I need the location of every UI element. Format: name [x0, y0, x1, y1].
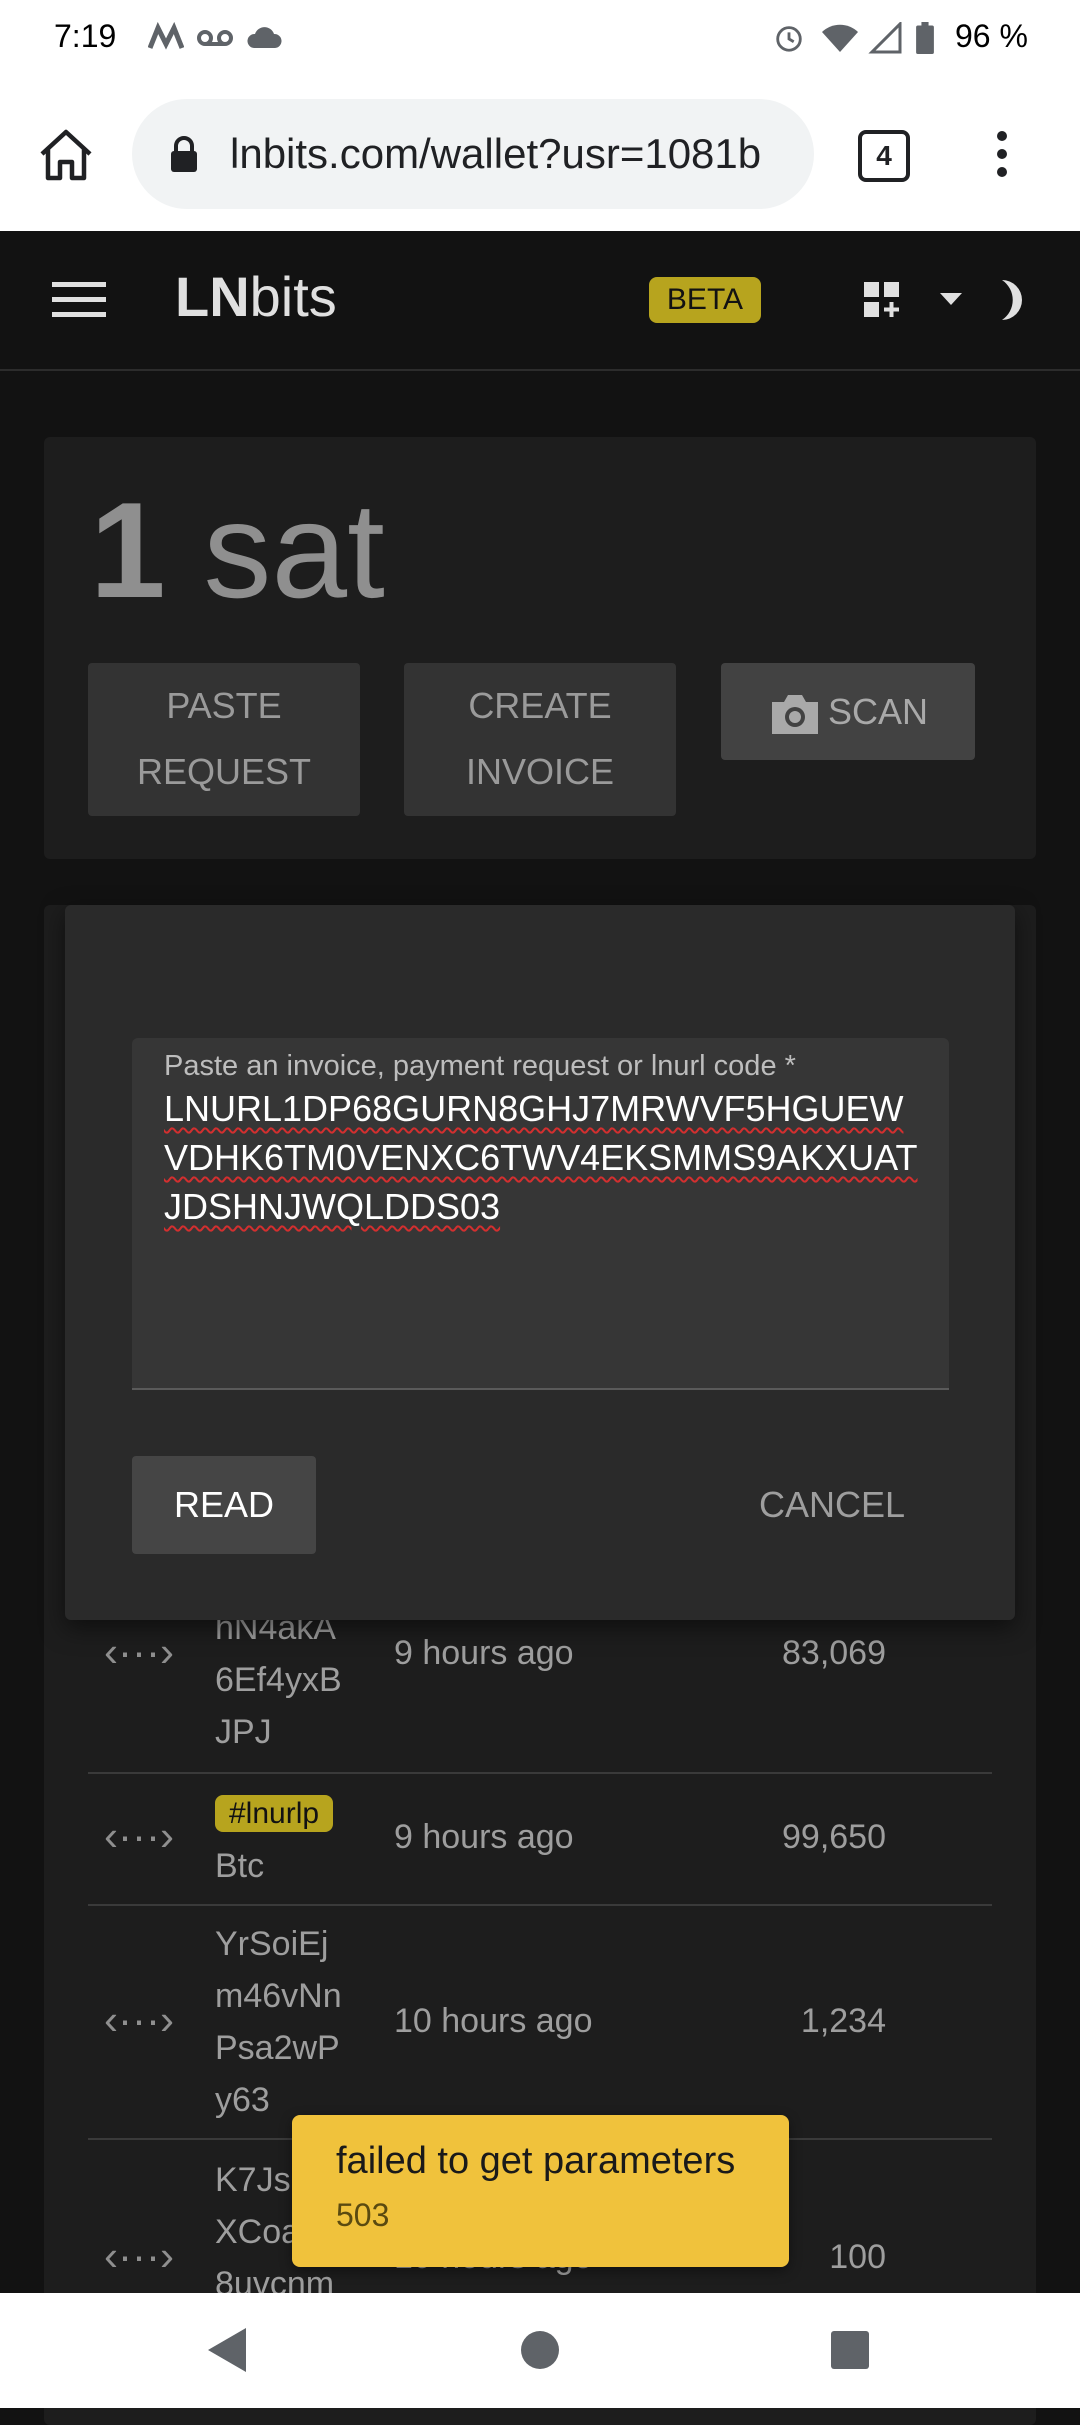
transaction-arrows-icon: ‹···›: [104, 1996, 174, 2043]
menu-icon[interactable]: [52, 280, 106, 320]
wifi-icon: [822, 24, 858, 52]
memo-line: Psa2wP: [215, 2029, 340, 2067]
chevron-down-icon[interactable]: [940, 293, 962, 307]
beta-badge: BETA: [649, 277, 761, 323]
transaction-amount: 1,234: [800, 2002, 886, 2040]
home-icon[interactable]: [36, 126, 96, 182]
notification-m-icon: [148, 22, 184, 50]
invoice-field-label: Paste an invoice, payment request or lnu…: [164, 1050, 796, 1082]
cancel-button[interactable]: CANCEL: [740, 1456, 924, 1554]
logo-bold-text: LN: [175, 265, 250, 328]
toast-message: failed to get parameters: [336, 2140, 736, 2182]
more-options-icon[interactable]: [990, 128, 1014, 180]
balance-unit: sat: [165, 474, 385, 626]
home-nav-icon[interactable]: [520, 2330, 560, 2370]
app-header: [0, 231, 1080, 371]
wallet-balance: 1 sat: [90, 470, 385, 630]
create-invoice-line2: INVOICE: [465, 751, 615, 792]
status-time: 7:19: [54, 18, 117, 54]
cloud-icon: [247, 27, 282, 48]
camera-icon: [771, 695, 818, 735]
recents-icon[interactable]: [830, 2330, 870, 2370]
url-text[interactable]: lnbits.com/wallet?usr=1081b: [230, 124, 796, 184]
transaction-amount: 99,650: [782, 1818, 886, 1856]
transaction-time: 9 hours ago: [394, 1818, 574, 1856]
logo-rest-text: bits: [249, 265, 337, 328]
create-invoice-line1: CREATE: [468, 685, 612, 726]
add-extension-icon[interactable]: [862, 280, 902, 320]
transaction-time: 10 hours ago: [394, 2002, 593, 2040]
memo-line: m46vNn: [215, 1977, 342, 2015]
toast-error-code: 503: [336, 2197, 390, 2233]
back-icon[interactable]: [206, 2326, 248, 2374]
transaction-memo: hN4akA 6Ef4yxB JPJ: [215, 1602, 342, 1758]
balance-number: 1: [90, 474, 166, 626]
cellular-signal-icon: [868, 22, 902, 54]
create-invoice-button[interactable]: CREATE INVOICE: [404, 663, 676, 816]
memo-line: 6Ef4yxB: [215, 1661, 342, 1699]
paste-request-button[interactable]: PASTE REQUEST: [88, 663, 360, 816]
transaction-memo: YrSoiEj m46vNn Psa2wP y63: [215, 1918, 342, 2126]
error-toast: [292, 2115, 789, 2267]
paste-request-line1: PASTE: [166, 685, 282, 726]
transaction-time: 9 hours ago: [394, 1634, 574, 1672]
read-button[interactable]: READ: [132, 1456, 316, 1554]
memo-line: JPJ: [215, 1713, 272, 1751]
voicemail-icon: [197, 30, 233, 46]
memo-line: Btc: [215, 1847, 265, 1885]
transaction-memo: #lnurlp Btc: [215, 1786, 334, 1892]
transaction-arrows-icon: ‹···›: [104, 1812, 174, 1859]
transaction-amount: 83,069: [782, 1634, 886, 1672]
lnurlp-tag: #lnurlp: [215, 1795, 334, 1832]
dark-mode-icon[interactable]: [996, 276, 1030, 324]
paste-request-line2: REQUEST: [136, 751, 312, 792]
memo-line: YrSoiEj: [215, 1925, 329, 1963]
app-logo[interactable]: LNbits: [175, 262, 337, 332]
alarm-icon: [776, 26, 802, 52]
transaction-arrows-icon: ‹···›: [104, 1628, 174, 1675]
lock-icon[interactable]: [168, 134, 200, 174]
invoice-field-value[interactable]: LNURL1DP68GURN8GHJ7MRWVF5HGUEWVDHK6TM0VE…: [164, 1084, 924, 1231]
battery-percentage: 96 %: [955, 18, 1028, 54]
scan-label: SCAN: [827, 691, 929, 732]
scan-button[interactable]: SCAN: [721, 663, 975, 760]
transaction-arrows-icon: ‹···›: [104, 2232, 174, 2279]
tab-switcher-button[interactable]: 4: [858, 130, 910, 182]
battery-icon: [916, 22, 934, 54]
